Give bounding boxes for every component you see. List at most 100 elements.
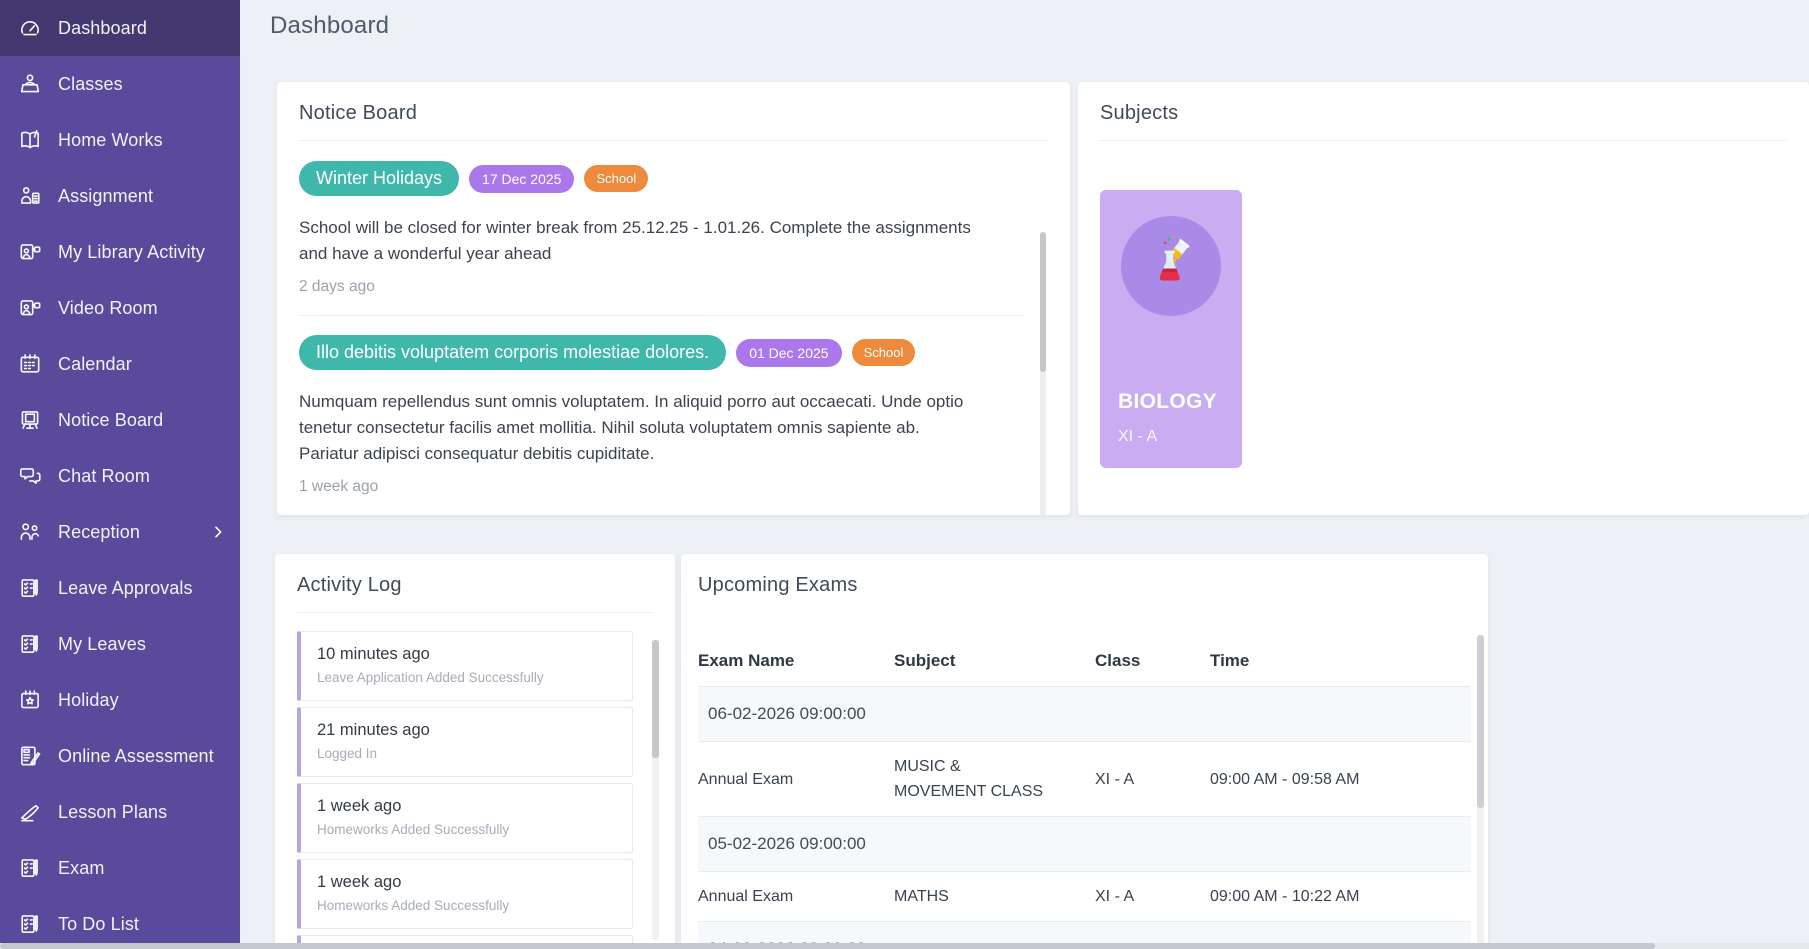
notice-name-badge: Winter Holidays	[299, 161, 459, 196]
sidebar-item-my-library-activity[interactable]: My Library Activity	[0, 224, 240, 280]
sidebar-item-online-assessment[interactable]: Online Assessment	[0, 728, 240, 784]
sidebar-item-label: Assignment	[58, 186, 153, 207]
notice-stand-icon	[16, 406, 44, 434]
table-header-row: Exam Name Subject Class Time	[698, 635, 1471, 687]
exam-name-cell: Annual Exam	[698, 767, 894, 792]
sidebar-item-classes[interactable]: Classes	[0, 56, 240, 112]
sidebar-item-label: Online Assessment	[58, 746, 214, 767]
exam-subject-cell: MUSIC & MOVEMENT CLASS	[894, 754, 1049, 804]
notice-date-badge: 17 Dec 2025	[469, 165, 574, 193]
column-header-subject: Subject	[894, 651, 1095, 671]
exam-class-cell: XI - A	[1095, 767, 1210, 792]
sidebar-item-home-works[interactable]: Home Works	[0, 112, 240, 168]
notice-name-badge: Illo debitis voluptatem corporis molesti…	[299, 335, 726, 370]
clipboard-pen-icon	[16, 854, 44, 882]
sidebar-item-label: To Do List	[58, 914, 139, 935]
sidebar-item-calendar[interactable]: Calendar	[0, 336, 240, 392]
notice-timestamp: 1 week ago	[299, 478, 1024, 496]
activity-log-card: Activity Log 10 minutes ago Leave Applic…	[275, 554, 675, 949]
activity-item: 1 week ago Homeworks Added Successfully	[297, 783, 633, 853]
scrollbar-thumb[interactable]	[1040, 232, 1046, 372]
notice-board-card: Notice Board Winter Holidays 17 Dec 2025…	[277, 82, 1070, 515]
sidebar-item-leave-approvals[interactable]: Leave Approvals	[0, 560, 240, 616]
subject-class: XI - A	[1118, 428, 1157, 446]
clipboard-pen-icon	[16, 574, 44, 602]
notice-board-title: Notice Board	[299, 102, 1048, 125]
exam-date-group: 05-02-2026 09:00:00	[698, 817, 1471, 871]
page-title: Dashboard	[270, 12, 389, 40]
exam-date-group: 06-02-2026 09:00:00	[698, 687, 1471, 741]
writing-pen-icon	[16, 798, 44, 826]
sidebar-item-assignment[interactable]: Assignment	[0, 168, 240, 224]
column-header-exam-name: Exam Name	[698, 651, 894, 671]
activity-item: 21 minutes ago Logged In	[297, 707, 633, 777]
notice-timestamp: 2 days ago	[299, 278, 1024, 296]
sidebar-item-label: My Leaves	[58, 634, 146, 655]
sidebar-item-label: Holiday	[58, 690, 119, 711]
exam-subject-cell: MATHS	[894, 884, 1049, 909]
sidebar-item-label: Home Works	[58, 130, 163, 151]
table-row: Annual Exam MUSIC & MOVEMENT CLASS XI - …	[698, 742, 1471, 817]
subjects-card: Subjects BIOLOGY XI - A	[1078, 82, 1809, 515]
sidebar-item-notice-board[interactable]: Notice Board	[0, 392, 240, 448]
horizontal-scrollbar-track[interactable]	[0, 943, 1809, 949]
exam-name-cell: Annual Exam	[698, 884, 894, 909]
sidebar-item-holiday[interactable]: Holiday	[0, 672, 240, 728]
sidebar-item-video-room[interactable]: Video Room	[0, 280, 240, 336]
gauge-icon	[16, 14, 44, 42]
sidebar: Dashboard Classes Home Works Assignment …	[0, 0, 240, 949]
sidebar-item-to-do-list[interactable]: To Do List	[0, 896, 240, 949]
flask-icon	[1121, 216, 1221, 316]
clipboard-pen-icon	[16, 910, 44, 938]
activity-description: Homeworks Added Successfully	[317, 898, 616, 913]
column-header-class: Class	[1095, 651, 1210, 671]
subject-name: BIOLOGY	[1118, 390, 1217, 414]
upcoming-exams-card: Upcoming Exams Exam Name Subject Class T…	[681, 554, 1488, 949]
clipboard-pen-icon	[16, 630, 44, 658]
exams-table: Exam Name Subject Class Time 06-02-2026 …	[698, 635, 1471, 949]
sidebar-item-my-leaves[interactable]: My Leaves	[0, 616, 240, 672]
activity-time: 1 week ago	[317, 873, 616, 892]
upcoming-exams-title: Upcoming Exams	[698, 574, 1471, 597]
sidebar-item-exam[interactable]: Exam	[0, 840, 240, 896]
notice-date-badge: 01 Dec 2025	[736, 339, 841, 367]
sidebar-item-chat-room[interactable]: Chat Room	[0, 448, 240, 504]
sidebar-item-lesson-plans[interactable]: Lesson Plans	[0, 784, 240, 840]
open-book-icon	[16, 126, 44, 154]
calendar-star-icon	[16, 686, 44, 714]
scrollbar-thumb[interactable]	[1477, 635, 1484, 808]
activity-description: Logged In	[317, 746, 616, 761]
chat-bubbles-icon	[16, 462, 44, 490]
notice-item: Illo debitis voluptatem corporis molesti…	[299, 335, 1024, 496]
test-pencil-icon	[16, 742, 44, 770]
notice-audience-badge: School	[584, 165, 648, 192]
sidebar-item-label: Notice Board	[58, 410, 163, 431]
table-row: Annual Exam MATHS XI - A 09:00 AM - 10:2…	[698, 872, 1471, 922]
activity-item: 10 minutes ago Leave Application Added S…	[297, 631, 633, 701]
scrollbar-thumb[interactable]	[652, 640, 659, 758]
table-group-row: 05-02-2026 09:00:00	[698, 817, 1471, 872]
sidebar-item-label: Video Room	[58, 298, 158, 319]
divider	[1100, 140, 1787, 141]
activity-description: Homeworks Added Successfully	[317, 822, 616, 837]
sidebar-item-label: Chat Room	[58, 466, 150, 487]
sidebar-item-dashboard[interactable]: Dashboard	[0, 0, 240, 56]
chevron-right-icon	[210, 524, 226, 540]
sidebar-item-label: Classes	[58, 74, 123, 95]
notice-audience-badge: School	[852, 339, 916, 366]
exam-time-cell: 09:00 AM - 09:58 AM	[1210, 767, 1471, 792]
activity-time: 10 minutes ago	[317, 645, 616, 664]
sidebar-item-reception[interactable]: Reception	[0, 504, 240, 560]
sidebar-item-label: Exam	[58, 858, 104, 879]
exam-class-cell: XI - A	[1095, 884, 1210, 909]
activity-time: 21 minutes ago	[317, 721, 616, 740]
video-screen-icon	[16, 294, 44, 322]
table-group-row: 06-02-2026 09:00:00	[698, 687, 1471, 742]
activity-log-title: Activity Log	[297, 574, 653, 597]
subject-tile-biology[interactable]: BIOLOGY XI - A	[1100, 190, 1242, 468]
people-icon	[16, 518, 44, 546]
notice-text: Numquam repellendus sunt omnis voluptate…	[299, 389, 979, 467]
exam-time-cell: 09:00 AM - 10:22 AM	[1210, 884, 1471, 909]
horizontal-scrollbar-thumb[interactable]	[0, 943, 1655, 949]
subjects-title: Subjects	[1100, 102, 1787, 125]
